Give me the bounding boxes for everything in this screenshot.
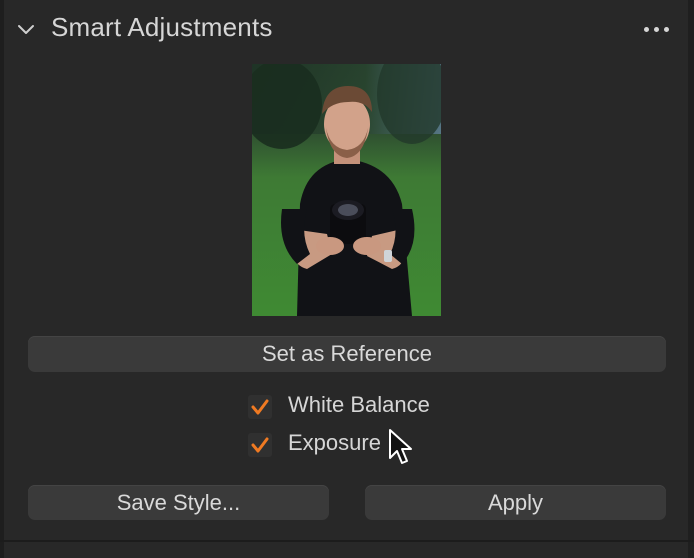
apply-button[interactable]: Apply xyxy=(365,485,666,520)
white-balance-checkbox[interactable] xyxy=(248,395,272,419)
more-options-icon[interactable] xyxy=(643,20,673,36)
exposure-checkbox[interactable] xyxy=(248,433,272,457)
panel-left-edge xyxy=(0,0,4,558)
section-divider xyxy=(0,540,694,542)
exposure-label: Exposure xyxy=(288,430,381,455)
checkmark-icon xyxy=(251,399,269,415)
chevron-down-icon[interactable] xyxy=(17,20,35,38)
set-as-reference-button[interactable]: Set as Reference xyxy=(28,336,666,372)
save-style-button[interactable]: Save Style... xyxy=(28,485,329,520)
reference-photo-thumbnail xyxy=(252,64,441,316)
smart-adjustments-panel: Smart Adjustments Set as Reference White… xyxy=(0,0,694,558)
mouse-pointer-icon xyxy=(389,429,412,464)
checkmark-icon xyxy=(251,437,269,453)
panel-header[interactable]: Smart Adjustments xyxy=(0,0,694,58)
panel-right-edge xyxy=(688,0,694,558)
panel-title: Smart Adjustments xyxy=(51,12,273,42)
white-balance-label: White Balance xyxy=(288,392,430,417)
